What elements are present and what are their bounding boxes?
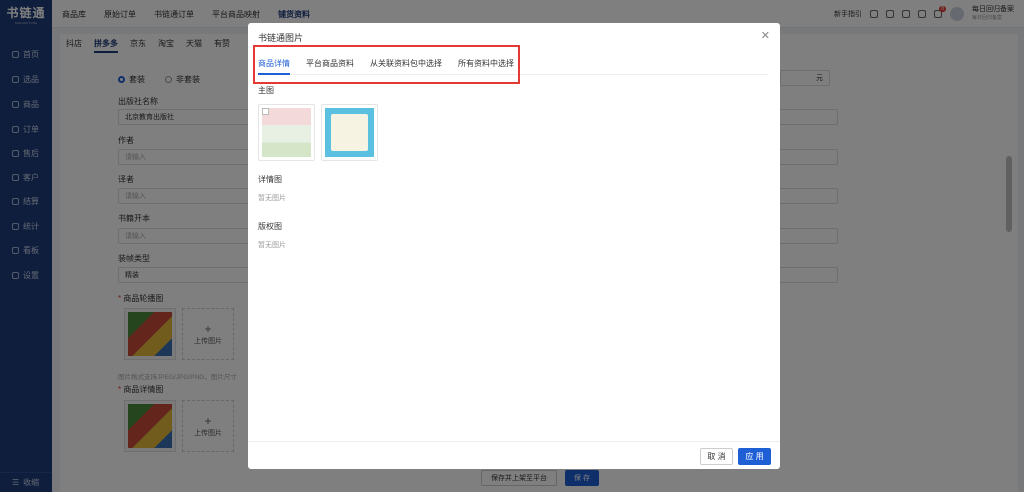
detail-empty-text: 暂无图片 (258, 195, 286, 202)
main-image-2[interactable] (321, 104, 378, 161)
tabs-highlight-box (253, 45, 520, 84)
main-images-label: 主图 (258, 86, 274, 95)
product-image-inner (331, 114, 368, 151)
close-icon[interactable]: ✕ (761, 29, 770, 42)
copyright-images-label: 版权图 (258, 222, 282, 231)
copyright-empty-text: 暂无图片 (258, 242, 286, 249)
select-checkbox[interactable] (262, 108, 269, 115)
apply-button[interactable]: 应 用 (738, 448, 771, 465)
cancel-button[interactable]: 取 消 (700, 448, 733, 465)
modal-footer: 取 消 应 用 (248, 441, 780, 469)
product-image (325, 108, 374, 157)
main-image-1[interactable] (258, 104, 315, 161)
detail-images-section-label: 详情图 (258, 175, 282, 184)
product-image (262, 108, 311, 157)
modal-title: 书链通图片 (258, 33, 304, 43)
image-picker-modal: 书链通图片 ✕ 商品详情 平台商品资料 从关联资料包中选择 所有资料中选择 主图… (248, 23, 780, 469)
